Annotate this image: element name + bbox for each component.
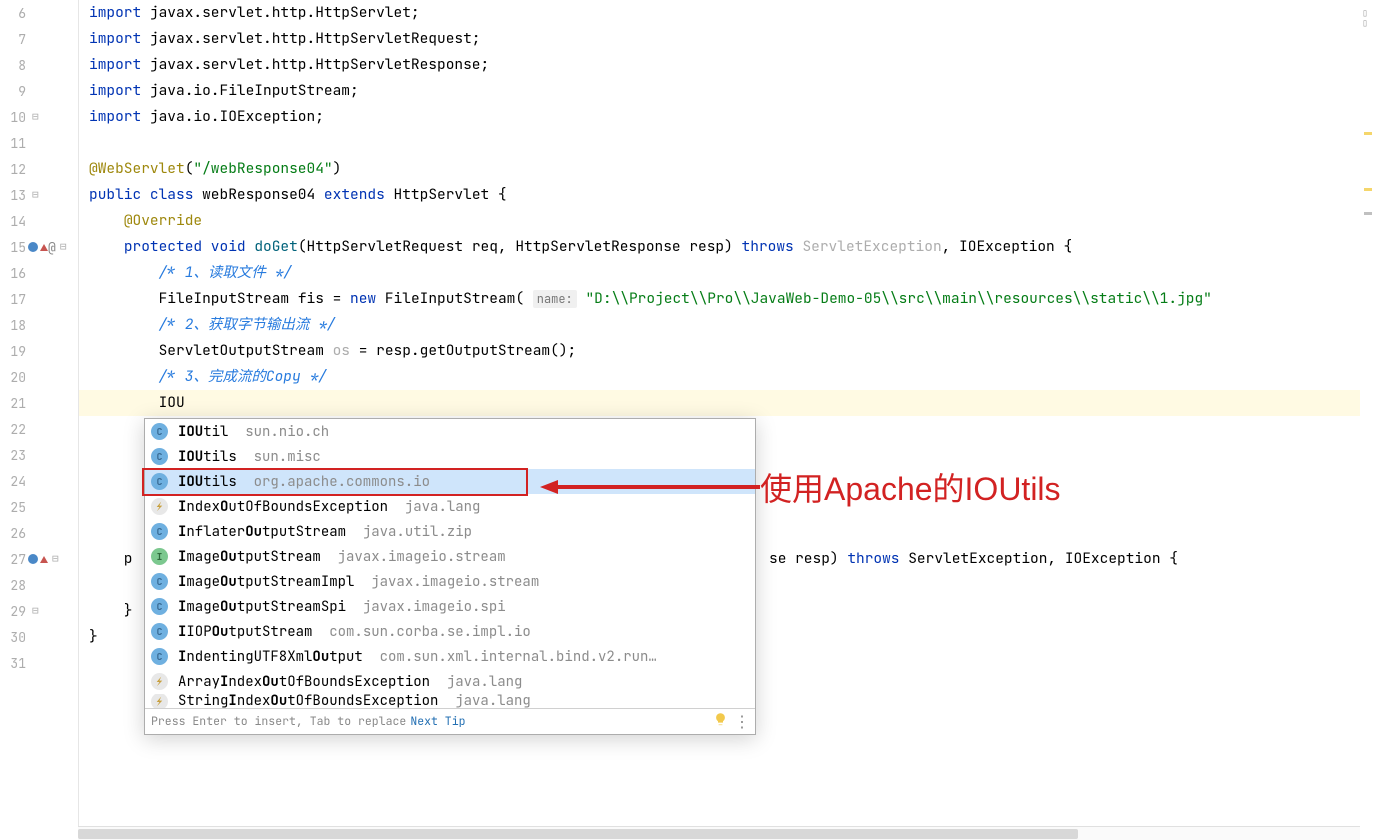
override-gutter-icon[interactable] bbox=[28, 242, 38, 252]
gutter-line: 19 bbox=[0, 338, 78, 364]
autocomplete-item[interactable]: CImageOutputStreamSpi javax.imageio.spi bbox=[145, 594, 755, 619]
code-line[interactable]: /* 1、读取文件 */ bbox=[79, 260, 1374, 286]
bottom-scrollbar-thumb[interactable] bbox=[78, 829, 1078, 839]
autocomplete-item[interactable]: ⚡IndexOutOfBoundsException java.lang bbox=[145, 494, 755, 519]
gutter-line: 16 bbox=[0, 260, 78, 286]
autocomplete-item[interactable]: CIIOPOutputStream com.sun.corba.se.impl.… bbox=[145, 619, 755, 644]
up-arrow-icon bbox=[40, 244, 48, 251]
code-line[interactable]: /* 3、完成流的Copy */ bbox=[79, 364, 1374, 390]
gutter-line: 12 bbox=[0, 156, 78, 182]
fold-toggle-icon[interactable]: ⊟ bbox=[52, 552, 59, 566]
class-icon: C bbox=[151, 648, 168, 665]
code-line[interactable]: @Override bbox=[79, 208, 1374, 234]
autocomplete-footer: Press Enter to insert, Tab to replace Nex… bbox=[145, 708, 755, 734]
gutter-line: 6 bbox=[0, 0, 78, 26]
autocomplete-item[interactable]: ⚡StringIndexOutOfBoundsException java.la… bbox=[145, 694, 755, 708]
code-line[interactable]: import java.io.IOException; bbox=[79, 104, 1374, 130]
fold-toggle-icon[interactable]: ⊟ bbox=[60, 240, 67, 254]
gutter: 678910⊟111213⊟1415 @⊟1617181920212223242… bbox=[0, 0, 78, 840]
code-line[interactable] bbox=[79, 130, 1374, 156]
gutter-line: 10⊟ bbox=[0, 104, 78, 130]
class-icon: C bbox=[151, 423, 168, 440]
class-icon: C bbox=[151, 523, 168, 540]
exception-icon: ⚡ bbox=[151, 498, 168, 515]
exception-icon: ⚡ bbox=[151, 694, 168, 708]
gutter-line: 20 bbox=[0, 364, 78, 390]
autocomplete-item[interactable]: IImageOutputStream javax.imageio.stream bbox=[145, 544, 755, 569]
gutter-line: 22 bbox=[0, 416, 78, 442]
gutter-line: 27⊟ bbox=[0, 546, 78, 572]
autocomplete-next-tip-link[interactable]: Next Tip bbox=[410, 714, 465, 729]
class-icon: C bbox=[151, 448, 168, 465]
interface-icon: I bbox=[151, 548, 168, 565]
gutter-line: 15 @⊟ bbox=[0, 234, 78, 260]
code-line-tail[interactable]: se resp) throws ServletException, IOExce… bbox=[759, 546, 1178, 572]
code-line[interactable]: /* 2、获取字节输出流 */ bbox=[79, 312, 1374, 338]
right-scrollbar[interactable]: ▯▯ bbox=[1360, 0, 1374, 840]
code-line[interactable]: IOU bbox=[79, 390, 1374, 416]
class-icon: C bbox=[151, 573, 168, 590]
code-line[interactable]: @WebServlet("/webResponse04") bbox=[79, 156, 1374, 182]
code-line[interactable]: import javax.servlet.http.HttpServletRes… bbox=[79, 52, 1374, 78]
gutter-line: 11 bbox=[0, 130, 78, 156]
bottom-scrollbar[interactable] bbox=[78, 826, 1360, 840]
gutter-line: 9 bbox=[0, 78, 78, 104]
gutter-line: 13⊟ bbox=[0, 182, 78, 208]
exception-icon: ⚡ bbox=[151, 673, 168, 690]
gutter-line: 14 bbox=[0, 208, 78, 234]
fold-toggle-icon[interactable]: ⊟ bbox=[32, 188, 39, 202]
code-line[interactable]: public class webResponse04 extends HttpS… bbox=[79, 182, 1374, 208]
code-line[interactable]: FileInputStream fis = new FileInputStrea… bbox=[79, 286, 1374, 312]
gutter-line: 17 bbox=[0, 286, 78, 312]
autocomplete-popup[interactable]: CIOUtil sun.nio.chCIOUtils sun.miscCIOUt… bbox=[144, 418, 756, 735]
fold-toggle-icon[interactable]: ⊟ bbox=[32, 110, 39, 124]
code-line[interactable]: import java.io.FileInputStream; bbox=[79, 78, 1374, 104]
expand-collapse-icon[interactable]: ▯▯ bbox=[1362, 8, 1368, 28]
gutter-line: 25 bbox=[0, 494, 78, 520]
autocomplete-hint-text: Press Enter to insert, Tab to replace bbox=[151, 714, 406, 729]
autocomplete-item[interactable]: CInflaterOutputStream java.util.zip bbox=[145, 519, 755, 544]
gutter-line: 18 bbox=[0, 312, 78, 338]
gutter-line: 28 bbox=[0, 572, 78, 598]
up-arrow-icon bbox=[40, 556, 48, 563]
class-icon: C bbox=[151, 473, 168, 490]
gutter-line: 21 bbox=[0, 390, 78, 416]
gutter-line: 24 bbox=[0, 468, 78, 494]
autocomplete-item[interactable]: CIndentingUTF8XmlOutput com.sun.xml.inte… bbox=[145, 644, 755, 669]
code-line[interactable]: protected void doGet(HttpServletRequest … bbox=[79, 234, 1374, 260]
gutter-line: 8 bbox=[0, 52, 78, 78]
code-line[interactable]: import javax.servlet.http.HttpServletReq… bbox=[79, 26, 1374, 52]
bulb-icon[interactable] bbox=[713, 712, 728, 731]
code-line[interactable]: import javax.servlet.http.HttpServlet; bbox=[79, 0, 1374, 26]
autocomplete-item[interactable]: CIOUtil sun.nio.ch bbox=[145, 419, 755, 444]
gutter-line: 30 bbox=[0, 624, 78, 650]
gutter-line: 31 bbox=[0, 650, 78, 676]
gutter-line: 23 bbox=[0, 442, 78, 468]
gutter-line: 26 bbox=[0, 520, 78, 546]
autocomplete-item[interactable]: CIOUtils sun.misc bbox=[145, 444, 755, 469]
override-gutter-icon[interactable] bbox=[28, 554, 38, 564]
autocomplete-item[interactable]: ⚡ArrayIndexOutOfBoundsException java.lan… bbox=[145, 669, 755, 694]
class-icon: C bbox=[151, 598, 168, 615]
fold-toggle-icon[interactable]: ⊟ bbox=[32, 604, 39, 618]
autocomplete-item[interactable]: CIOUtils org.apache.commons.io bbox=[145, 469, 755, 494]
gutter-line: 29⊟ bbox=[0, 598, 78, 624]
autocomplete-item[interactable]: CImageOutputStreamImpl javax.imageio.str… bbox=[145, 569, 755, 594]
gutter-line: 7 bbox=[0, 26, 78, 52]
more-options-icon[interactable]: ⋮ bbox=[734, 714, 749, 730]
class-icon: C bbox=[151, 623, 168, 640]
code-line[interactable]: ServletOutputStream os = resp.getOutputS… bbox=[79, 338, 1374, 364]
